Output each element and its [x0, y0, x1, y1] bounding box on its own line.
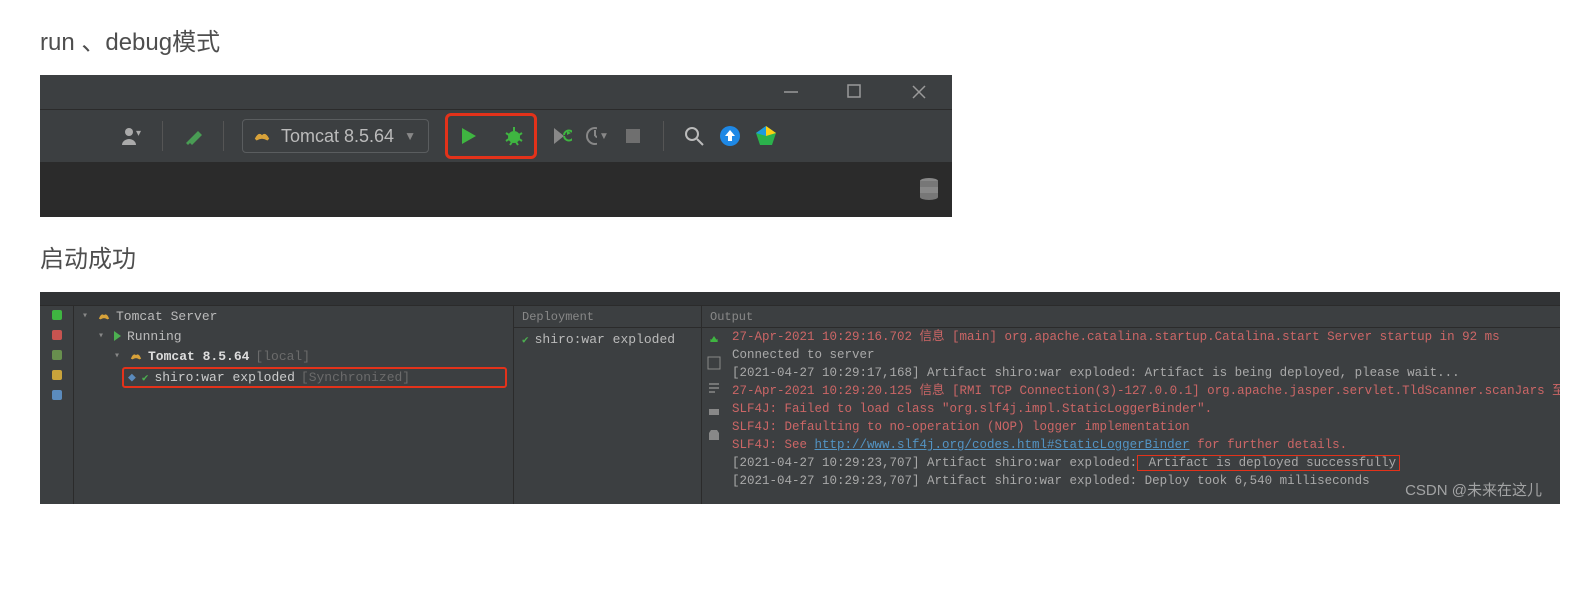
heading-run-debug: run 、debug模式	[40, 22, 1577, 57]
scroll-icon[interactable]	[707, 332, 721, 346]
tree-running[interactable]: ▾ Running	[74, 326, 513, 346]
minimize-icon[interactable]	[782, 83, 800, 101]
rerun-gutter-icon[interactable]	[52, 350, 62, 360]
tool-window-gutter	[40, 306, 74, 504]
tree-node-label: Tomcat 8.5.64	[148, 349, 249, 364]
tree-artifact-suffix: [Synchronized]	[301, 370, 410, 385]
check-icon: ✔	[522, 333, 529, 347]
log-line: [2021-04-27 10:29:17,168] Artifact shiro…	[732, 364, 1560, 382]
chevron-down-icon: ▼	[404, 129, 416, 143]
chevron-down-icon: ▾	[98, 330, 108, 342]
log-line: Connected to server	[732, 346, 1560, 364]
stop-button[interactable]	[621, 124, 645, 148]
update-icon[interactable]	[718, 124, 742, 148]
ide-toolbar-screenshot: ▾ Tomcat 8.5.64 ▼ ▼	[40, 75, 952, 217]
run-gutter-icon[interactable]	[52, 310, 62, 320]
tomcat-icon	[98, 311, 110, 321]
tree-running-label: Running	[127, 329, 182, 344]
chevron-down-icon: ▾	[82, 310, 92, 322]
separator	[162, 121, 163, 151]
run-button[interactable]	[456, 124, 480, 148]
run-config-selector[interactable]: Tomcat 8.5.64 ▼	[242, 119, 429, 153]
success-highlight: Artifact is deployed successfully	[1137, 455, 1400, 471]
log-line-slf4j-link: SLF4J: See http://www.slf4j.org/codes.ht…	[732, 436, 1560, 454]
debug-button[interactable]	[502, 124, 526, 148]
close-icon[interactable]	[910, 83, 928, 101]
wrap-icon[interactable]	[707, 356, 721, 370]
deployment-pane: Deployment ✔ shiro:war exploded	[514, 306, 702, 504]
stop-gutter-icon[interactable]	[52, 330, 62, 340]
user-icon[interactable]: ▾	[120, 124, 144, 148]
build-icon[interactable]	[181, 124, 205, 148]
profile-icon[interactable]: ▼	[585, 124, 609, 148]
heading-start-success: 启动成功	[40, 239, 1577, 274]
log-line: 27-Apr-2021 10:29:16.702 信息 [main] org.a…	[732, 328, 1560, 346]
svg-text:▾: ▾	[136, 128, 141, 139]
search-icon[interactable]	[682, 124, 706, 148]
tree-server-node[interactable]: ▾ Tomcat 8.5.64 [local]	[74, 346, 513, 366]
tomcat-icon	[253, 129, 271, 143]
tomcat-icon	[130, 351, 142, 361]
clear-icon[interactable]	[707, 428, 721, 442]
tree-artifact-label: shiro:war exploded	[154, 370, 294, 385]
output-gutter	[702, 328, 726, 504]
run-config-label: Tomcat 8.5.64	[281, 126, 394, 147]
output-header: Output	[702, 306, 1560, 328]
deployment-header: Deployment	[514, 306, 701, 328]
jetbrains-icon[interactable]	[754, 124, 778, 148]
console-tabs-strip	[40, 292, 1560, 306]
tree-root-label: Tomcat Server	[116, 309, 217, 324]
separator	[663, 121, 664, 151]
run-debug-highlight	[445, 113, 537, 159]
server-tree-pane: ▾ Tomcat Server ▾ Running ▾ Tomcat 8.5.6…	[74, 306, 514, 504]
chevron-down-icon: ▾	[114, 350, 124, 362]
tree-artifact-highlight[interactable]: ◆ ✔ shiro:war exploded [Synchronized]	[122, 367, 507, 388]
output-pane: Output 27-Apr-2021 10:29:16.702 信息 [main…	[702, 306, 1560, 504]
deployment-item-label: shiro:war exploded	[535, 332, 675, 347]
check-icon: ✔	[142, 371, 149, 385]
log-line: 27-Apr-2021 10:29:20.125 信息 [RMI TCP Con…	[732, 382, 1560, 400]
main-toolbar: ▾ Tomcat 8.5.64 ▼ ▼	[40, 109, 952, 163]
tree-root[interactable]: ▾ Tomcat Server	[74, 306, 513, 326]
separator	[223, 121, 224, 151]
ide-console-screenshot: ▾ Tomcat Server ▾ Running ▾ Tomcat 8.5.6…	[40, 292, 1560, 504]
settings-gutter-icon[interactable]	[52, 390, 62, 400]
log-line-success: [2021-04-27 10:29:23,707] Artifact shiro…	[732, 454, 1560, 472]
print-icon[interactable]	[707, 404, 721, 418]
layout-gutter-icon[interactable]	[52, 370, 62, 380]
csdn-watermark: CSDN @未来在这儿	[1405, 479, 1542, 500]
log-line: SLF4J: Defaulting to no-operation (NOP) …	[732, 418, 1560, 436]
deployment-item[interactable]: ✔ shiro:war exploded	[514, 328, 701, 351]
output-content[interactable]: 27-Apr-2021 10:29:16.702 信息 [main] org.a…	[702, 328, 1560, 490]
play-icon	[114, 331, 121, 341]
slf4j-link[interactable]: http://www.slf4j.org/codes.html#StaticLo…	[815, 438, 1190, 452]
run-coverage-icon[interactable]	[549, 124, 573, 148]
editor-strip	[40, 163, 952, 217]
tree-node-suffix: [local]	[255, 349, 310, 364]
soft-wrap-icon[interactable]	[707, 380, 721, 394]
database-icon[interactable]	[918, 177, 940, 206]
maximize-icon[interactable]	[846, 83, 864, 101]
log-line: SLF4J: Failed to load class "org.slf4j.i…	[732, 400, 1560, 418]
window-titlebar	[40, 75, 952, 109]
